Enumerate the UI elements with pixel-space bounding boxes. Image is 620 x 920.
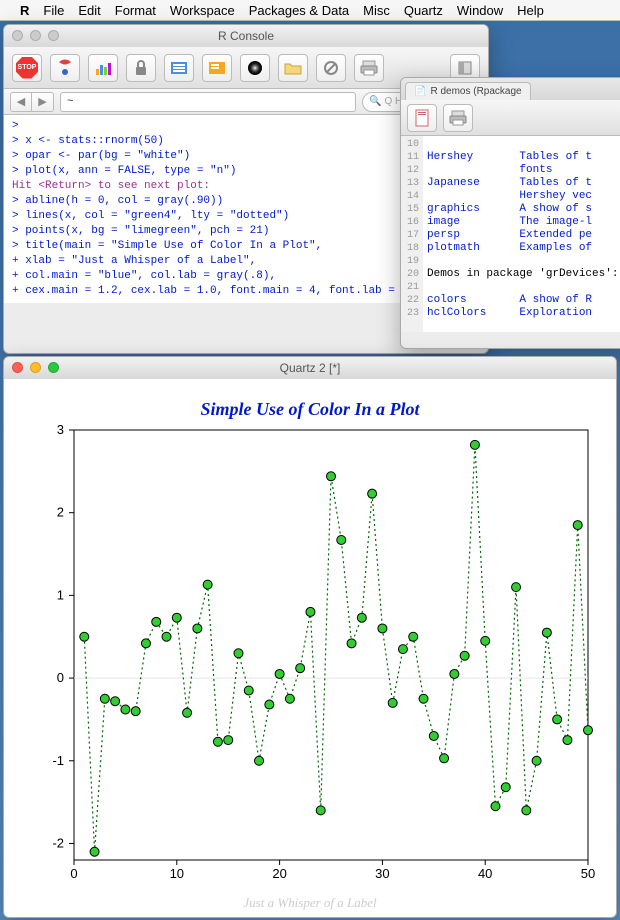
menu-quartz[interactable]: Quartz <box>404 3 443 18</box>
console-title: R Console <box>218 29 274 43</box>
svg-text:30: 30 <box>375 866 389 881</box>
zoom-button[interactable] <box>48 362 59 373</box>
svg-text:40: 40 <box>478 866 492 881</box>
demos-tab[interactable]: 📄 R demos (Rpackage <box>405 82 531 100</box>
minimize-button[interactable] <box>30 362 41 373</box>
quartz-button[interactable] <box>88 54 118 82</box>
console-options-button[interactable] <box>202 54 232 82</box>
zoom-button[interactable] <box>48 30 59 41</box>
svg-text:0: 0 <box>70 866 77 881</box>
menu-help[interactable]: Help <box>517 3 544 18</box>
svg-text:-2: -2 <box>52 835 64 850</box>
svg-text:10: 10 <box>170 866 184 881</box>
nav-back-button[interactable]: ◀ <box>10 92 32 112</box>
plot-xlabel: Just a Whisper of a Label <box>4 895 616 911</box>
menu-format[interactable]: Format <box>115 3 156 18</box>
svg-text:50: 50 <box>581 866 595 881</box>
svg-text:2: 2 <box>57 505 64 520</box>
history-button[interactable] <box>164 54 194 82</box>
close-button[interactable] <box>12 362 23 373</box>
plot-svg: -2-1012301020304050 <box>4 420 617 910</box>
working-dir-field[interactable]: ~ <box>60 92 356 112</box>
print-button[interactable] <box>354 54 384 82</box>
quartz-window: Quartz 2 [*] Simple Use of Color In a Pl… <box>3 356 617 918</box>
svg-text:20: 20 <box>272 866 286 881</box>
menu-edit[interactable]: Edit <box>78 3 100 18</box>
cancel-button[interactable] <box>316 54 346 82</box>
plot-area: Simple Use of Color In a Plot -2-1012301… <box>4 379 616 917</box>
print-button-2[interactable] <box>443 104 473 132</box>
console-titlebar[interactable]: R Console <box>4 25 488 47</box>
demos-toolbar <box>401 100 620 136</box>
lock-button[interactable] <box>126 54 156 82</box>
menu-workspace[interactable]: Workspace <box>170 3 235 18</box>
svg-text:0: 0 <box>57 670 64 685</box>
source-button[interactable] <box>50 54 80 82</box>
quartz-title: Quartz 2 [*] <box>280 361 341 375</box>
nav-forward-button[interactable]: ▶ <box>32 92 54 112</box>
quartz-titlebar[interactable]: Quartz 2 [*] <box>4 357 616 379</box>
r-demos-window: 📄 R demos (Rpackage 10111213141516171819… <box>400 77 620 349</box>
menu-packages-data[interactable]: Packages & Data <box>249 3 349 18</box>
save-button[interactable] <box>407 104 437 132</box>
line-gutter: 1011121314151617181920212223 <box>401 136 423 332</box>
system-menubar[interactable]: R File Edit Format Workspace Packages & … <box>0 0 620 21</box>
menu-file[interactable]: File <box>43 3 64 18</box>
page-icon: 📄 <box>414 86 426 97</box>
plot-title: Simple Use of Color In a Plot <box>4 379 616 420</box>
open-button[interactable] <box>278 54 308 82</box>
demos-code[interactable]: Hershey Tables of t fontsJapanese Tables… <box>423 136 620 332</box>
menu-window[interactable]: Window <box>457 3 503 18</box>
minimize-button[interactable] <box>30 30 41 41</box>
close-button[interactable] <box>12 30 23 41</box>
svg-text:-1: -1 <box>52 753 64 768</box>
menu-misc[interactable]: Misc <box>363 3 390 18</box>
stop-button[interactable]: STOP <box>12 54 42 82</box>
colors-button[interactable] <box>240 54 270 82</box>
search-icon: 🔍 <box>369 96 381 107</box>
demos-tabbar: 📄 R demos (Rpackage <box>401 78 620 100</box>
app-menu[interactable]: R <box>20 3 29 18</box>
svg-text:1: 1 <box>57 587 64 602</box>
svg-text:3: 3 <box>57 422 64 437</box>
